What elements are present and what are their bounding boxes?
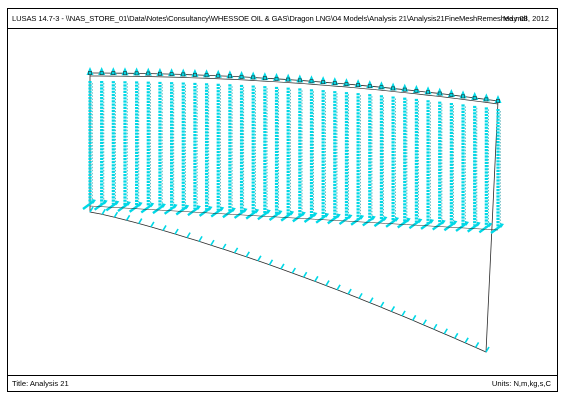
load-arrowhead (342, 78, 350, 87)
load-arrowhead (482, 93, 490, 102)
load-arrowhead (214, 69, 222, 78)
units-label: Units: N,m,kg,s,C (491, 379, 551, 388)
load-arrowhead (98, 67, 106, 76)
load-arrowhead (401, 83, 409, 92)
load-arrowhead (156, 67, 164, 76)
load-arrowhead (447, 88, 455, 97)
load-arrowhead (144, 67, 152, 76)
load-arrowhead (296, 74, 304, 83)
load-arrowhead (109, 67, 117, 76)
load-arrowhead (168, 68, 176, 77)
load-arrowhead (471, 91, 479, 100)
load-arrowhead (389, 82, 397, 91)
load-arrowhead (261, 72, 269, 81)
plot-header: LUSAS 14.7-3 - \\NAS_STORE_01\Data\Notes… (8, 9, 557, 29)
model-drawing[interactable] (8, 29, 557, 375)
load-arrowhead (459, 90, 467, 99)
load-arrowhead (319, 76, 327, 85)
load-arrowhead (354, 79, 362, 88)
model-viewport[interactable] (8, 29, 557, 375)
load-arrowhead (86, 67, 94, 75)
load-arrowhead (377, 81, 385, 90)
load-arrowhead (331, 77, 339, 86)
load-arrowhead (284, 73, 292, 82)
load-arrowhead (191, 68, 199, 77)
model-file-path: LUSAS 14.7-3 - \\NAS_STORE_01\Data\Notes… (12, 14, 528, 23)
wall-panel (89, 72, 499, 353)
load-arrowhead (249, 71, 257, 80)
analysis-title: Title: Analysis 21 (12, 379, 69, 388)
load-arrowhead (436, 87, 444, 96)
load-arrowhead (494, 95, 502, 103)
plot-footer: Title: Analysis 21 Units: N,m,kg,s,C (8, 375, 557, 391)
load-arrowhead (273, 72, 281, 81)
load-arrowhead (366, 80, 374, 89)
load-arrowhead (307, 75, 315, 84)
load-arrowhead (424, 86, 432, 95)
load-arrowhead (133, 67, 141, 76)
plot-frame: LUSAS 14.7-3 - \\NAS_STORE_01\Data\Notes… (7, 8, 558, 392)
load-arrowhead (179, 68, 187, 77)
load-arrowhead (203, 69, 211, 78)
load-arrowhead (121, 67, 129, 76)
plot-date: May 03, 2012 (502, 14, 549, 23)
load-arrowhead (238, 70, 246, 79)
load-arrowhead (412, 84, 420, 93)
load-arrowhead (226, 70, 234, 79)
